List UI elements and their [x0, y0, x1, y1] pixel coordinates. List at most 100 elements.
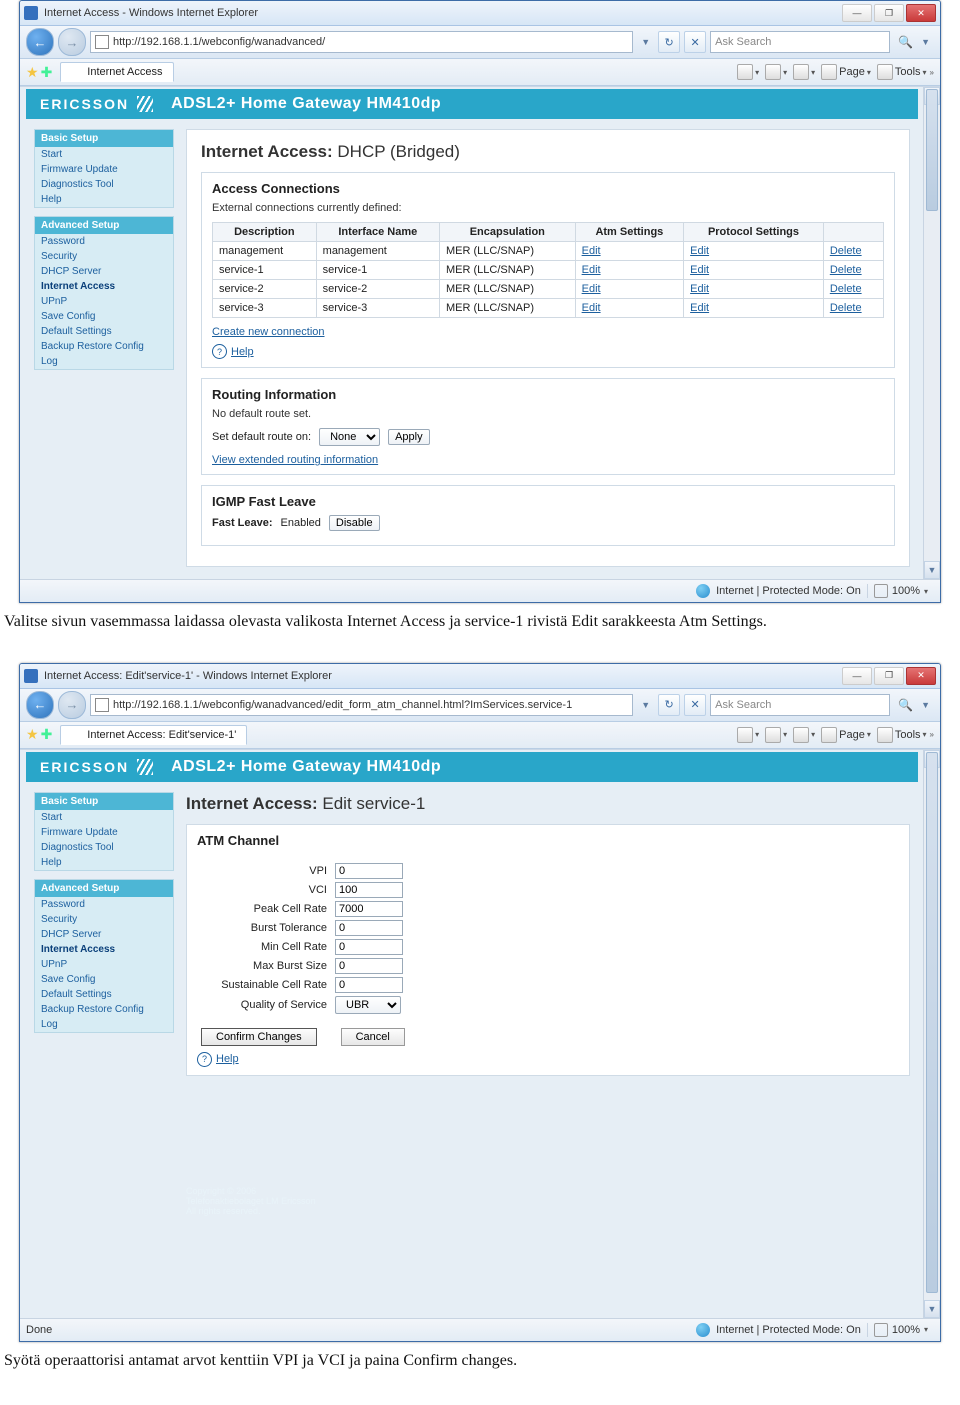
tools-menu[interactable]: Tools▾	[874, 64, 930, 80]
search-dropdown-icon[interactable]: ▼	[917, 37, 934, 47]
delete-link[interactable]: Delete	[830, 245, 862, 257]
apply-button[interactable]: Apply	[388, 429, 430, 445]
sidebar-item[interactable]: Default Settings	[35, 324, 173, 339]
zoom-control[interactable]: 100% ▾	[867, 584, 934, 598]
forward-button[interactable]: →	[58, 28, 86, 56]
sidebar-item[interactable]: Start	[35, 810, 173, 825]
sidebar-item[interactable]: Firmware Update	[35, 162, 173, 177]
edit-protocol-link[interactable]: Edit	[690, 264, 709, 276]
home-button[interactable]: ▾	[734, 64, 762, 80]
scrollbar[interactable]: ▲ ▼	[923, 87, 940, 579]
sidebar-item[interactable]: DHCP Server	[35, 264, 173, 279]
sidebar-item[interactable]: Default Settings	[35, 987, 173, 1002]
sidebar-item[interactable]: UPnP	[35, 957, 173, 972]
address-dropdown-icon[interactable]: ▼	[637, 37, 654, 47]
mcr-input[interactable]	[335, 939, 403, 955]
browser-tab[interactable]: Internet Access	[60, 62, 173, 82]
edit-protocol-link[interactable]: Edit	[690, 245, 709, 257]
scroll-thumb[interactable]	[926, 89, 938, 211]
address-bar[interactable]: http://192.168.1.1/webconfig/wanadvanced…	[90, 31, 633, 53]
edit-protocol-link[interactable]: Edit	[690, 302, 709, 314]
sidebar-item[interactable]: Diagnostics Tool	[35, 840, 173, 855]
sidebar-item[interactable]: Backup Restore Config	[35, 339, 173, 354]
scrollbar[interactable]: ▲ ▼	[923, 750, 940, 1318]
sidebar-item[interactable]: Firmware Update	[35, 825, 173, 840]
sidebar-item[interactable]: Password	[35, 234, 173, 249]
sidebar-item[interactable]: Save Config	[35, 309, 173, 324]
edit-atm-link[interactable]: Edit	[582, 245, 601, 257]
sidebar-item[interactable]: Save Config	[35, 972, 173, 987]
edit-atm-link[interactable]: Edit	[582, 264, 601, 276]
sidebar-item[interactable]: Internet Access	[35, 942, 173, 957]
sidebar-item[interactable]: Help	[35, 192, 173, 207]
sidebar-item[interactable]: Log	[35, 354, 173, 369]
sidebar-item[interactable]: DHCP Server	[35, 927, 173, 942]
edit-atm-link[interactable]: Edit	[582, 283, 601, 295]
extended-routing-link[interactable]: View extended routing information	[212, 454, 378, 466]
sidebar-item[interactable]: Diagnostics Tool	[35, 177, 173, 192]
back-button[interactable]: ←	[26, 691, 54, 719]
page-menu[interactable]: Page▾	[818, 727, 874, 743]
edit-protocol-link[interactable]: Edit	[690, 283, 709, 295]
toolbar-overflow-icon[interactable]: »	[930, 68, 934, 77]
sidebar-item[interactable]: UPnP	[35, 294, 173, 309]
help-link[interactable]: Help	[216, 1053, 239, 1065]
search-icon[interactable]: 🔍	[898, 698, 913, 712]
sidebar-item[interactable]: Start	[35, 147, 173, 162]
refresh-button[interactable]: ↻	[658, 694, 680, 716]
scroll-down-icon[interactable]: ▼	[924, 561, 940, 579]
forward-button[interactable]: →	[58, 691, 86, 719]
sidebar-item[interactable]: Internet Access	[35, 279, 173, 294]
toolbar-overflow-icon[interactable]: »	[930, 730, 934, 739]
refresh-button[interactable]: ↻	[658, 31, 680, 53]
scroll-down-icon[interactable]: ▼	[924, 1300, 940, 1318]
default-route-select[interactable]: None	[319, 428, 380, 446]
favorites-icon[interactable]: ★	[26, 726, 39, 743]
address-dropdown-icon[interactable]: ▼	[637, 700, 654, 710]
cancel-button[interactable]: Cancel	[341, 1028, 405, 1046]
add-favorites-icon[interactable]: ✚	[41, 726, 53, 743]
maximize-button[interactable]: ❐	[874, 667, 904, 685]
sidebar-item[interactable]: Backup Restore Config	[35, 1002, 173, 1017]
scr-input[interactable]	[335, 977, 403, 993]
address-bar[interactable]: http://192.168.1.1/webconfig/wanadvanced…	[90, 694, 633, 716]
page-menu[interactable]: Page▾	[818, 64, 874, 80]
stop-button[interactable]: ✕	[684, 694, 706, 716]
sidebar-item[interactable]: Security	[35, 912, 173, 927]
close-button[interactable]: ✕	[906, 667, 936, 685]
print-button[interactable]: ▾	[790, 64, 818, 80]
search-dropdown-icon[interactable]: ▼	[917, 700, 934, 710]
sidebar-item[interactable]: Security	[35, 249, 173, 264]
add-favorites-icon[interactable]: ✚	[41, 64, 53, 81]
back-button[interactable]: ←	[26, 28, 54, 56]
edit-atm-link[interactable]: Edit	[582, 302, 601, 314]
vpi-input[interactable]	[335, 863, 403, 879]
sidebar-item[interactable]: Log	[35, 1017, 173, 1032]
search-icon[interactable]: 🔍	[898, 35, 913, 49]
qos-select[interactable]: UBR	[335, 996, 401, 1014]
mbs-input[interactable]	[335, 958, 403, 974]
scroll-thumb[interactable]	[926, 752, 938, 1294]
bt-input[interactable]	[335, 920, 403, 936]
sidebar-item[interactable]: Password	[35, 897, 173, 912]
search-box[interactable]: Ask Search	[710, 31, 890, 53]
tools-menu[interactable]: Tools▾	[874, 727, 930, 743]
home-button[interactable]: ▾	[734, 727, 762, 743]
print-button[interactable]: ▾	[790, 727, 818, 743]
disable-button[interactable]: Disable	[329, 515, 380, 531]
delete-link[interactable]: Delete	[830, 264, 862, 276]
delete-link[interactable]: Delete	[830, 283, 862, 295]
maximize-button[interactable]: ❐	[874, 4, 904, 22]
favorites-icon[interactable]: ★	[26, 64, 39, 81]
pcr-input[interactable]	[335, 901, 403, 917]
close-button[interactable]: ✕	[906, 4, 936, 22]
create-connection-link[interactable]: Create new connection	[212, 326, 325, 338]
delete-link[interactable]: Delete	[830, 302, 862, 314]
stop-button[interactable]: ✕	[684, 31, 706, 53]
minimize-button[interactable]: —	[842, 667, 872, 685]
help-link[interactable]: Help	[231, 346, 254, 358]
confirm-changes-button[interactable]: Confirm Changes	[201, 1028, 317, 1046]
minimize-button[interactable]: —	[842, 4, 872, 22]
sidebar-item[interactable]: Help	[35, 855, 173, 870]
feeds-button[interactable]: ▾	[762, 727, 790, 743]
